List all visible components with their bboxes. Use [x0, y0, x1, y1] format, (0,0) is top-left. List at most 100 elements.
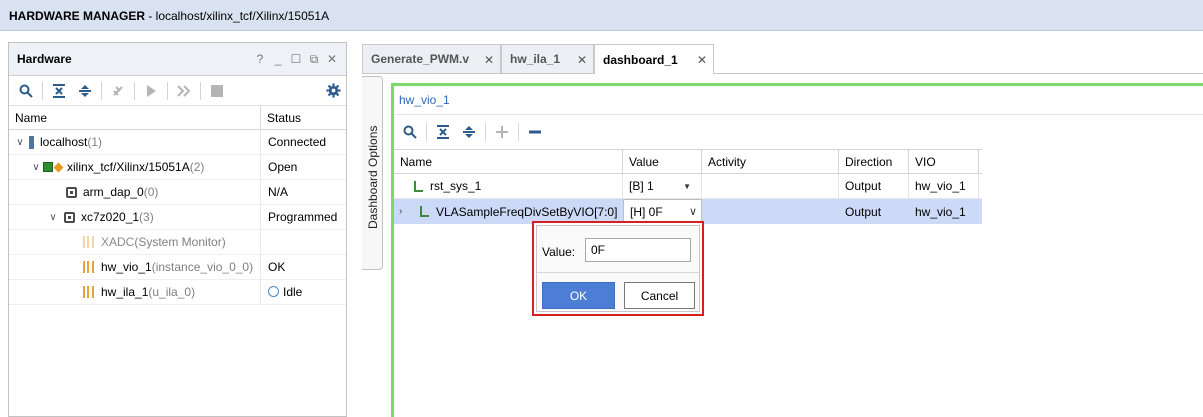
status-text: Connected — [268, 135, 327, 149]
tree-item-label: hw_vio_1 — [101, 260, 152, 274]
close-tab-icon[interactable]: ✕ — [484, 53, 494, 67]
debug-core-icon — [83, 236, 94, 248]
column-header-direction[interactable]: Direction — [839, 150, 909, 173]
tree-row-device[interactable]: ∨ xc7z020_1 (3) Programmed — [9, 205, 346, 230]
tree-row-target[interactable]: ∨ xilinx_tcf/Xilinx/15051A (2) Open — [9, 155, 346, 180]
probe-direction: Output — [839, 174, 909, 198]
expand-all-icon[interactable] — [74, 80, 96, 102]
chevron-down-icon[interactable]: ∨ — [46, 212, 60, 223]
search-icon[interactable] — [399, 121, 421, 143]
idle-status-icon — [268, 286, 279, 297]
chevron-right-icon[interactable]: › — [399, 206, 413, 217]
tree-item-label: localhost — [40, 135, 88, 149]
chevron-down-icon[interactable]: ∨ — [13, 137, 27, 148]
chevron-down-icon[interactable]: ∨ — [29, 162, 43, 173]
tree-row-hw-vio[interactable]: hw_vio_1 (instance_vio_0_0) OK — [9, 255, 346, 280]
cancel-button[interactable]: Cancel — [624, 282, 695, 309]
tab-label: Generate_PWM.v — [371, 52, 470, 66]
collapse-all-icon[interactable] — [48, 80, 70, 102]
probe-name: rst_sys_1 — [430, 179, 482, 193]
tree-item-sub: (0) — [143, 185, 159, 199]
editor-tab-bar: Generate_PWM.v ✕ hw_ila_1 ✕ dashboard_1 … — [362, 44, 1203, 74]
help-icon[interactable]: ? — [252, 51, 268, 67]
run-trigger-icon[interactable] — [140, 80, 162, 102]
column-header-name[interactable]: Name — [394, 150, 623, 173]
window-title-bar: HARDWARE MANAGER - localhost/xilinx_tcf/… — [0, 0, 1203, 31]
probe-direction: Output — [845, 204, 882, 219]
window-title: HARDWARE MANAGER — [9, 9, 145, 23]
vio-dashboard: hw_vio_1 Name Value Activity Direction V… — [391, 83, 1203, 417]
tree-item-label: hw_ila_1 — [101, 285, 149, 299]
tree-item-sub: (instance_vio_0_0) — [151, 260, 254, 274]
chip-icon — [64, 211, 75, 223]
hardware-toolbar — [9, 76, 346, 106]
tab-generate-pwm[interactable]: Generate_PWM.v ✕ — [362, 44, 501, 73]
chevron-down-icon[interactable]: ∨ — [689, 205, 697, 218]
tree-row-hw-ila[interactable]: hw_ila_1 (u_ila_0) Idle — [9, 280, 346, 305]
tree-row-arm-dap[interactable]: arm_dap_0 (0) N/A — [9, 180, 346, 205]
tab-dashboard-1[interactable]: dashboard_1 ✕ — [594, 44, 714, 74]
status-text: OK — [268, 260, 286, 274]
expand-all-icon[interactable] — [458, 121, 480, 143]
column-header-activity[interactable]: Activity — [702, 150, 839, 173]
column-header-value[interactable]: Value — [623, 150, 702, 173]
close-tab-icon[interactable]: ✕ — [697, 53, 707, 67]
tree-item-sub: (2) — [189, 160, 205, 174]
divider — [394, 114, 1203, 115]
window-title-path: - localhost/xilinx_tcf/Xilinx/15051A — [145, 9, 330, 23]
vio-table-header: Name Value Activity Direction VIO — [394, 149, 982, 174]
toolbar-divider — [101, 81, 102, 100]
ok-button[interactable]: OK — [542, 282, 615, 309]
status-text: Open — [268, 160, 298, 174]
tree-row-xadc[interactable]: XADC (System Monitor) — [9, 230, 346, 255]
probe-activity — [702, 174, 839, 198]
tab-label: dashboard_1 — [603, 52, 678, 67]
dashboard-options-tab[interactable]: Dashboard Options — [362, 76, 383, 270]
collapse-all-icon[interactable] — [432, 121, 454, 143]
float-icon[interactable]: ⧉ — [306, 51, 322, 67]
tree-item-sub: (System Monitor) — [134, 235, 226, 249]
vio-toolbar — [399, 119, 550, 145]
probe-value: [B] 1 — [629, 179, 654, 193]
server-icon — [29, 135, 34, 149]
column-header-name[interactable]: Name — [9, 106, 261, 129]
status-text: N/A — [268, 185, 289, 199]
maximize-icon[interactable]: ☐ — [288, 51, 304, 67]
auto-connect-icon[interactable] — [107, 80, 129, 102]
tree-item-sub: (u_ila_0) — [148, 285, 196, 299]
dropdown-arrow-icon[interactable]: ▼ — [683, 182, 691, 191]
value-input[interactable] — [585, 238, 691, 262]
tree-item-label: xilinx_tcf/Xilinx/15051A — [67, 160, 190, 174]
board-target-icon — [43, 162, 64, 172]
run-trigger-immediate-icon[interactable] — [173, 80, 195, 102]
value-editor-popup: Value: OK Cancel — [532, 221, 704, 316]
add-probe-icon[interactable] — [491, 121, 513, 143]
value-label: Value: — [542, 245, 576, 259]
hardware-panel-title: Hardware — [17, 52, 72, 66]
stop-trigger-icon[interactable] — [206, 80, 228, 102]
close-tab-icon[interactable]: ✕ — [577, 53, 587, 67]
tree-row-localhost[interactable]: ∨ localhost (1) Connected — [9, 130, 346, 155]
tab-hw-ila-1[interactable]: hw_ila_1 ✕ — [501, 44, 594, 73]
column-header-vio[interactable]: VIO — [909, 150, 979, 173]
minimize-icon[interactable]: _ — [270, 51, 286, 67]
debug-core-icon — [83, 286, 94, 298]
probe-name: VLASampleFreqDivSetByVIO[7:0] — [436, 204, 618, 219]
remove-probe-icon[interactable] — [524, 121, 546, 143]
vio-window-title: hw_vio_1 — [399, 93, 450, 107]
hardware-panel-header: Hardware ? _ ☐ ⧉ ✕ — [9, 43, 346, 76]
tree-item-label: XADC — [101, 235, 135, 249]
probe-activity — [702, 199, 839, 224]
hardware-panel: Hardware ? _ ☐ ⧉ ✕ Name Status ∨ localho… — [8, 42, 347, 417]
column-header-status[interactable]: Status — [261, 106, 301, 129]
tree-item-label: xc7z020_1 — [81, 210, 140, 224]
dashboard-options-label: Dashboard Options — [366, 125, 380, 229]
tree-item-label: arm_dap_0 — [83, 185, 144, 199]
search-icon[interactable] — [15, 80, 37, 102]
probe-value: [H] 0F — [630, 204, 663, 219]
table-row[interactable]: rst_sys_1 [B] 1 ▼ Output hw_vio_1 — [394, 174, 982, 199]
probe-vio: hw_vio_1 — [915, 204, 966, 219]
close-icon[interactable]: ✕ — [324, 51, 340, 67]
probe-value-dropdown[interactable]: [B] 1 ▼ — [623, 174, 702, 198]
settings-gear-icon[interactable] — [322, 80, 344, 102]
